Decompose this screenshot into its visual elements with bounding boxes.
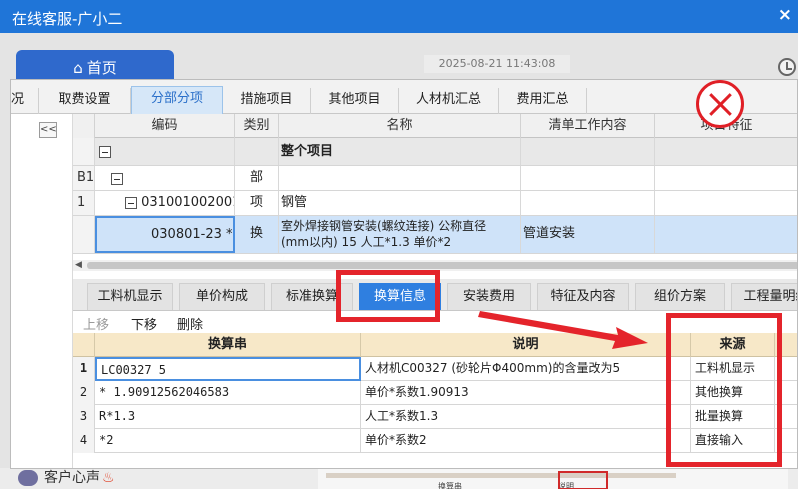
tab-fee-settings[interactable]: 取费设置 xyxy=(39,88,131,114)
window-titlebar: 在线客服-广小二 × xyxy=(0,0,798,33)
annotation-box-conversion-tab xyxy=(336,270,440,322)
tab-labor-material-summary[interactable]: 人材机汇总 xyxy=(399,88,499,114)
tab-overview[interactable]: 况 xyxy=(11,88,39,114)
tab-quantity-detail[interactable]: 工程量明细 xyxy=(731,283,797,310)
move-down-button[interactable]: 下移 xyxy=(131,314,157,333)
type-cell xyxy=(235,138,279,165)
row-number: 1 xyxy=(73,191,95,215)
name-line-1: 室外焊接钢管安装(螺纹连接) 公称直径 xyxy=(281,219,487,233)
move-up-button[interactable]: 上移 xyxy=(83,314,109,333)
col-header-name[interactable]: 名称 xyxy=(279,114,521,138)
conversion-string-cell[interactable]: * 1.90912562046583 xyxy=(95,381,361,405)
col-header-type[interactable]: 类别 xyxy=(235,114,279,138)
scroll-left-icon[interactable]: ◀ xyxy=(75,260,82,270)
content-cell xyxy=(521,166,655,190)
name-cell: 整个项目 xyxy=(279,138,521,165)
description-cell: 单价*系数1.90913 xyxy=(361,381,691,405)
name-cell: 室外焊接钢管安装(螺纹连接) 公称直径 (mm以内) 15 人工*1.3 单价*… xyxy=(279,216,521,253)
conversion-string-cell[interactable]: LC00327 5 xyxy=(95,357,361,381)
table-row[interactable]: B1 部 xyxy=(73,166,797,191)
row-number: B1 xyxy=(73,166,95,190)
type-cell: 换 xyxy=(235,216,279,253)
message-timestamp: 2025-08-21 11:43:08 xyxy=(424,55,570,73)
type-cell: 项 xyxy=(235,191,279,215)
name-line-2: (mm以内) 15 人工*1.3 单价*2 xyxy=(281,235,452,249)
fire-icon: ♨ xyxy=(102,470,115,486)
items-grid: 编码 类别 名称 清单工作内容 项目特征 整个项目 B1 部 1 0310010… xyxy=(73,114,797,271)
row-number: 3 xyxy=(73,405,95,429)
description-cell: 人材机C00327 (砂轮片Φ400mm)的含量改为5 xyxy=(361,357,691,381)
annotation-arrow xyxy=(478,311,648,349)
row-number: 1 xyxy=(73,357,95,381)
preview-bar xyxy=(326,473,676,478)
tab-other-items[interactable]: 其他项目 xyxy=(311,88,399,114)
type-cell: 部 xyxy=(235,166,279,190)
top-tab-bar: 况 取费设置 分部分项 措施项目 其他项目 人材机汇总 费用汇总 xyxy=(11,80,797,114)
tab-cost-summary[interactable]: 费用汇总 xyxy=(499,88,587,114)
close-icon[interactable]: × xyxy=(778,5,792,25)
delete-button[interactable]: 删除 xyxy=(177,314,203,333)
close-circle-icon[interactable] xyxy=(696,80,744,128)
content-cell xyxy=(521,138,655,165)
conversion-string-cell[interactable]: *2 xyxy=(95,429,361,453)
scroll-thumb[interactable] xyxy=(87,262,797,269)
tree-toggle-cell xyxy=(95,166,235,190)
collapse-tree-icon[interactable] xyxy=(111,172,123,185)
corner-cell xyxy=(73,333,95,357)
preview-red-box: 来源 xyxy=(558,471,608,489)
chat-bubble-icon xyxy=(18,470,38,486)
collapse-tree-icon[interactable] xyxy=(125,196,137,209)
row-number: 4 xyxy=(73,429,95,453)
description-cell: 单价*系数2 xyxy=(361,429,691,453)
table-row[interactable]: 1 031001002001 项 钢管 xyxy=(73,191,797,216)
tab-measures[interactable]: 措施项目 xyxy=(223,88,311,114)
preview-text-a: 换算串 xyxy=(438,482,462,489)
tab-unit-price-composition[interactable]: 单价构成 xyxy=(179,283,265,310)
tree-toggle-cell xyxy=(95,138,235,165)
tab-sub-items[interactable]: 分部分项 xyxy=(131,86,223,114)
home-label: 首页 xyxy=(86,59,117,77)
col-header-conversion-string[interactable]: 换算串 xyxy=(95,333,361,357)
col-header-work-content[interactable]: 清单工作内容 xyxy=(521,114,655,138)
image-preview-thumbnail[interactable]: 换算串 说明 来源 xyxy=(318,468,788,489)
feedback-link[interactable]: 客户心声 ♨ xyxy=(18,467,115,487)
feedback-label: 客户心声 xyxy=(44,470,100,486)
code-cell[interactable]: 030801-23 *2 xyxy=(95,216,235,253)
row-number xyxy=(73,138,95,165)
tab-labor-material-display[interactable]: 工料机显示 xyxy=(87,283,173,310)
table-row-selected[interactable]: 030801-23 *2 换 室外焊接钢管安装(螺纹连接) 公称直径 (mm以内… xyxy=(73,216,797,254)
code-text: 031001002001 xyxy=(141,195,235,210)
description-cell: 人工*系数1.3 xyxy=(361,405,691,429)
annotation-box-source-column xyxy=(666,313,782,467)
window-title: 在线客服-广小二 xyxy=(12,10,123,28)
content-cell: 管道安装 xyxy=(521,216,655,253)
name-cell: 钢管 xyxy=(279,191,521,215)
table-row[interactable]: 整个项目 xyxy=(73,138,797,166)
corner-cell xyxy=(73,114,95,138)
conversion-string-cell[interactable]: R*1.3 xyxy=(95,405,361,429)
row-number xyxy=(73,216,95,253)
row-number: 2 xyxy=(73,381,95,405)
items-grid-header: 编码 类别 名称 清单工作内容 项目特征 xyxy=(73,114,797,138)
code-cell: 031001002001 xyxy=(95,191,235,215)
collapse-button[interactable]: << xyxy=(39,122,57,138)
history-clock-icon[interactable] xyxy=(778,58,796,76)
col-header-code[interactable]: 编码 xyxy=(95,114,235,138)
collapse-tree-icon[interactable] xyxy=(99,145,111,158)
name-cell xyxy=(279,166,521,190)
content-cell xyxy=(521,191,655,215)
left-sidebar: << xyxy=(11,114,73,468)
